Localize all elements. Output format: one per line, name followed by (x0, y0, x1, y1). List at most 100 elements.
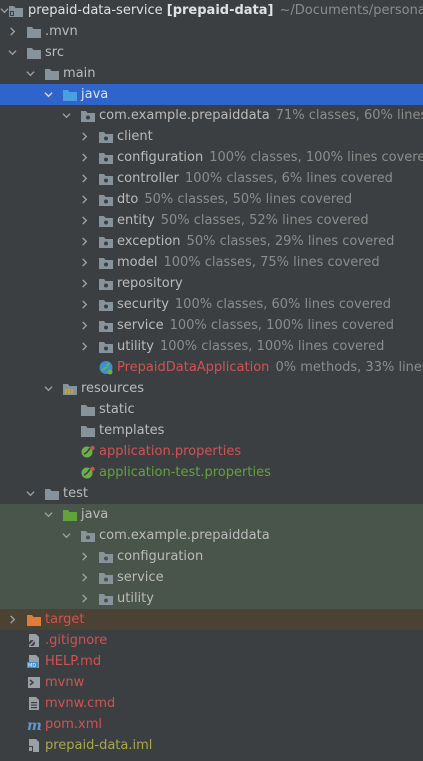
tree-row-iml[interactable]: prepaid-data.iml (0, 735, 423, 756)
tree-label: java (81, 507, 109, 522)
folder-icon (80, 423, 96, 438)
chevron-right-icon[interactable] (78, 147, 90, 168)
ignore-file-icon (26, 633, 42, 648)
tree-row-resources[interactable]: resources (0, 378, 423, 399)
chevron-down-icon[interactable] (60, 525, 72, 546)
iml-file-icon (26, 738, 42, 753)
tree-row-exception[interactable]: exception 50% classes, 29% lines covered (0, 231, 423, 252)
tree-label: entity (117, 213, 155, 228)
chevron-down-icon[interactable] (6, 42, 18, 63)
tree-label: mvnw (45, 675, 85, 690)
project-tree: prepaid-data-service [prepaid-data] ~/Doc… (0, 0, 423, 756)
tree-label: utility (117, 339, 154, 354)
tree-row-repository[interactable]: repository (0, 273, 423, 294)
tree-row-mvn[interactable]: .mvn (0, 21, 423, 42)
chevron-right-icon[interactable] (6, 21, 18, 42)
chevron-right-icon[interactable] (78, 126, 90, 147)
tree-label: target (45, 612, 85, 627)
chevron-right-icon[interactable] (78, 252, 90, 273)
tree-label: templates (99, 423, 165, 438)
package-icon (98, 150, 114, 165)
tree-row-controller[interactable]: controller 100% classes, 6% lines covered (0, 168, 423, 189)
chevron-down-icon[interactable] (42, 378, 54, 399)
coverage-text: 100% classes, 6% lines covered (185, 171, 393, 186)
tree-row-test-utility[interactable]: utility (0, 588, 423, 609)
chevron-right-icon[interactable] (78, 273, 90, 294)
tree-row-service[interactable]: service 100% classes, 100% lines covered (0, 315, 423, 336)
coverage-text: 100% classes, 60% lines covered (174, 297, 392, 312)
tree-row-dto[interactable]: dto 50% classes, 50% lines covered (0, 189, 423, 210)
tree-label: exception (117, 234, 181, 249)
chevron-right-icon[interactable] (78, 588, 90, 609)
tree-row-pom-xml[interactable]: m pom.xml (0, 714, 423, 735)
folder-icon (80, 402, 96, 417)
tree-row-test-configuration[interactable]: configuration (0, 546, 423, 567)
chevron-right-icon[interactable] (78, 189, 90, 210)
spring-boot-class-icon (98, 360, 114, 375)
chevron-down-icon[interactable] (24, 483, 36, 504)
excluded-folder-icon (26, 612, 42, 627)
coverage-text: 100% classes, 100% lines covered (169, 318, 394, 333)
tree-row-main[interactable]: main (0, 63, 423, 84)
chevron-right-icon[interactable] (78, 315, 90, 336)
tree-row-utility[interactable]: utility 100% classes, 100% lines covered (0, 336, 423, 357)
tree-row-static[interactable]: static (0, 399, 423, 420)
tree-row-help-md[interactable]: MD HELP.md (0, 651, 423, 672)
tree-label: .mvn (45, 24, 78, 39)
module-folder-icon (8, 3, 24, 18)
shell-script-icon (26, 675, 42, 690)
tree-label: security (117, 297, 169, 312)
chevron-right-icon[interactable] (78, 336, 90, 357)
tree-row-entity[interactable]: entity 50% classes, 52% lines covered (0, 210, 423, 231)
svg-text:MD: MD (28, 663, 36, 669)
chevron-right-icon[interactable] (78, 168, 90, 189)
folder-icon (26, 45, 42, 60)
tree-row-test[interactable]: test (0, 483, 423, 504)
tree-row-mvnw-cmd[interactable]: mvnw.cmd (0, 693, 423, 714)
spring-properties-icon (80, 465, 96, 480)
tree-row-prepaid-data-application[interactable]: PrepaidDataApplication 0% methods, 33% li… (0, 357, 423, 378)
tree-label: service (117, 318, 164, 333)
tree-row-src[interactable]: src (0, 42, 423, 63)
coverage-text: 50% classes, 50% lines covered (144, 192, 353, 207)
tree-row-application-test-properties[interactable]: application-test.properties (0, 462, 423, 483)
coverage-text: 100% classes, 75% lines covered (163, 255, 380, 270)
chevron-down-icon[interactable] (60, 105, 72, 126)
chevron-right-icon[interactable] (78, 546, 90, 567)
chevron-right-icon[interactable] (6, 609, 18, 630)
tree-row-test-package-root[interactable]: com.example.prepaiddata (0, 525, 423, 546)
tree-label: client (117, 129, 153, 144)
tree-row-test-service[interactable]: service (0, 567, 423, 588)
tree-label: HELP.md (45, 654, 102, 669)
tree-row-test-java[interactable]: java (0, 504, 423, 525)
package-icon (98, 297, 114, 312)
package-icon (98, 318, 114, 333)
project-name: prepaid-data-service (28, 3, 163, 18)
resources-folder-icon (62, 381, 78, 396)
package-icon (98, 549, 114, 564)
chevron-down-icon[interactable] (42, 84, 54, 105)
text-file-icon (26, 696, 42, 711)
tree-row-target[interactable]: target (0, 609, 423, 630)
tree-row-package-root[interactable]: com.example.prepaiddata 71% classes, 60% … (0, 105, 423, 126)
chevron-right-icon[interactable] (78, 210, 90, 231)
chevron-right-icon[interactable] (78, 231, 90, 252)
module-name: [prepaid-data] (166, 3, 274, 18)
tree-row-mvnw[interactable]: mvnw (0, 672, 423, 693)
tree-row-application-properties[interactable]: application.properties (0, 441, 423, 462)
chevron-down-icon[interactable] (24, 63, 36, 84)
tree-row-project-root[interactable]: prepaid-data-service [prepaid-data] ~/Doc… (0, 0, 423, 21)
chevron-right-icon[interactable] (78, 294, 90, 315)
tree-row-security[interactable]: security 100% classes, 60% lines covered (0, 294, 423, 315)
chevron-down-icon[interactable] (42, 504, 54, 525)
tree-row-main-java[interactable]: java (0, 84, 423, 105)
chevron-right-icon[interactable] (78, 567, 90, 588)
tree-row-templates[interactable]: templates (0, 420, 423, 441)
tree-row-configuration[interactable]: configuration 100% classes, 100% lines co… (0, 147, 423, 168)
tree-row-client[interactable]: client (0, 126, 423, 147)
tree-label: repository (117, 276, 183, 291)
tree-row-gitignore[interactable]: .gitignore (0, 630, 423, 651)
tree-label: src (45, 45, 64, 60)
tree-row-model[interactable]: model 100% classes, 75% lines covered (0, 252, 423, 273)
coverage-text: 50% classes, 52% lines covered (160, 213, 369, 228)
